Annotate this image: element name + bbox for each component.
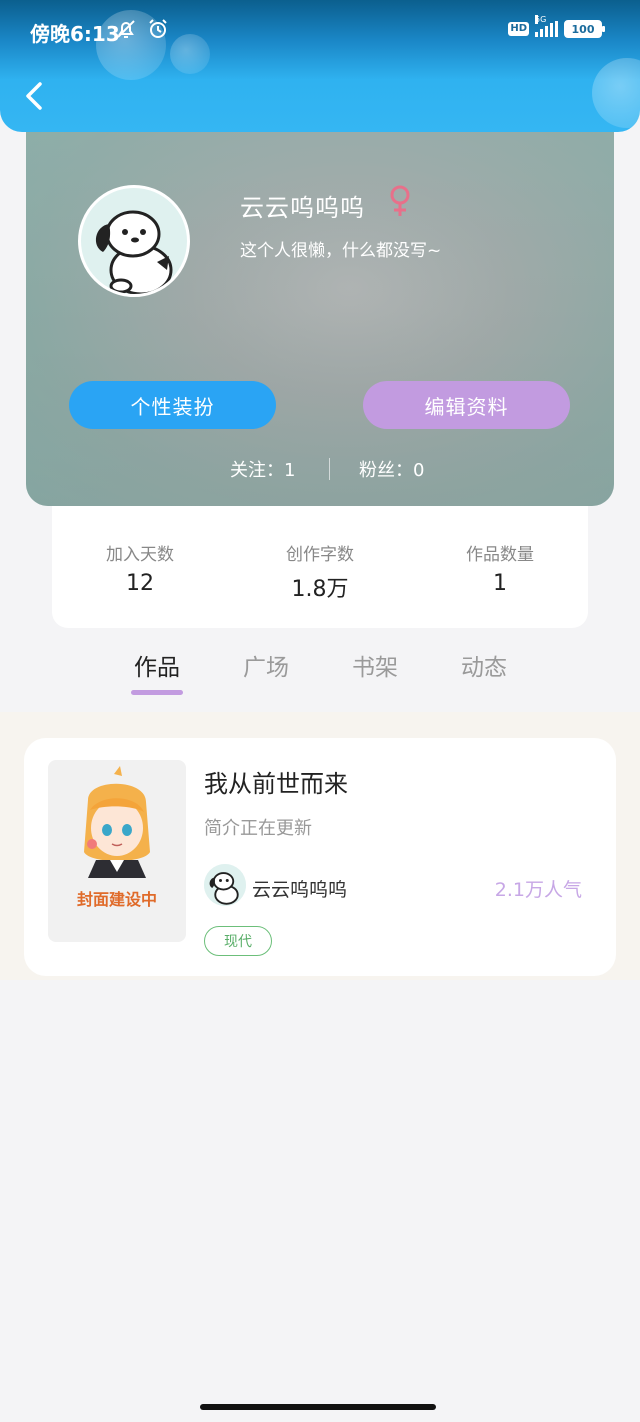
bio-text: 这个人很懒，什么都没写~: [240, 241, 442, 261]
active-tab-indicator: [131, 690, 183, 695]
alarm-icon: [149, 19, 167, 38]
dog-avatar-icon: [204, 864, 246, 906]
genre-tag[interactable]: 现代: [204, 926, 272, 956]
divider: [329, 458, 330, 480]
book-cover[interactable]: 封面建设中: [48, 760, 186, 942]
home-indicator[interactable]: [200, 1404, 436, 1410]
profile-card: 云云呜呜呜 这个人很懒，什么都没写~ 个性装扮 编辑资料 关注：1 粉丝：0: [26, 110, 614, 506]
female-gender-icon: [388, 184, 412, 222]
author-avatar: [204, 864, 246, 906]
stat-works-count: 作品数量 1: [466, 545, 534, 596]
author-name: 云云呜呜呜: [252, 879, 348, 901]
decor-bubble: [592, 58, 640, 128]
followers-count[interactable]: 粉丝：0: [359, 456, 424, 482]
work-card[interactable]: 封面建设中 我从前世而来 简介正在更新 云云呜呜呜 2.1万人气 现代: [24, 738, 616, 976]
cover-placeholder-text: 封面建设中: [76, 890, 157, 909]
stat-word-count: 创作字数 1.8万: [286, 545, 354, 602]
stats-panel: 加入天数 12 创作字数 1.8万 作品数量 1: [52, 506, 588, 628]
popularity-count: 2.1万人气: [494, 879, 582, 901]
content-tabs: 作品 广场 书架 动态: [0, 640, 640, 700]
mute-bell-icon: [117, 20, 135, 38]
following-count[interactable]: 关注：1: [230, 456, 295, 482]
tab-square[interactable]: 广场: [231, 648, 301, 682]
nickname: 云云呜呜呜: [240, 194, 365, 222]
header-bar: 傍晚6:13 HD 5G 100: [0, 0, 640, 132]
tab-works[interactable]: 作品: [122, 648, 192, 682]
decor-bubble: [170, 34, 210, 74]
stat-join-days: 加入天数 12: [106, 545, 174, 596]
tab-bookshelf[interactable]: 书架: [340, 648, 410, 682]
battery-icon: 100: [564, 20, 605, 38]
signal-icon: 5G: [535, 15, 558, 37]
avatar[interactable]: [78, 185, 190, 297]
hd-badge: HD: [508, 22, 529, 36]
tab-activity[interactable]: 动态: [449, 648, 519, 682]
back-button[interactable]: [18, 78, 54, 114]
follow-stats: 关注：1 粉丝：0: [26, 456, 614, 482]
chevron-left-icon: [26, 82, 42, 110]
anime-girl-placeholder-icon: [84, 766, 150, 878]
work-description: 简介正在更新: [204, 818, 312, 839]
dress-up-button[interactable]: 个性装扮: [69, 381, 276, 429]
edit-profile-button[interactable]: 编辑资料: [363, 381, 570, 429]
status-time: 傍晚6:13: [30, 22, 120, 46]
work-title[interactable]: 我从前世而来: [204, 764, 348, 799]
